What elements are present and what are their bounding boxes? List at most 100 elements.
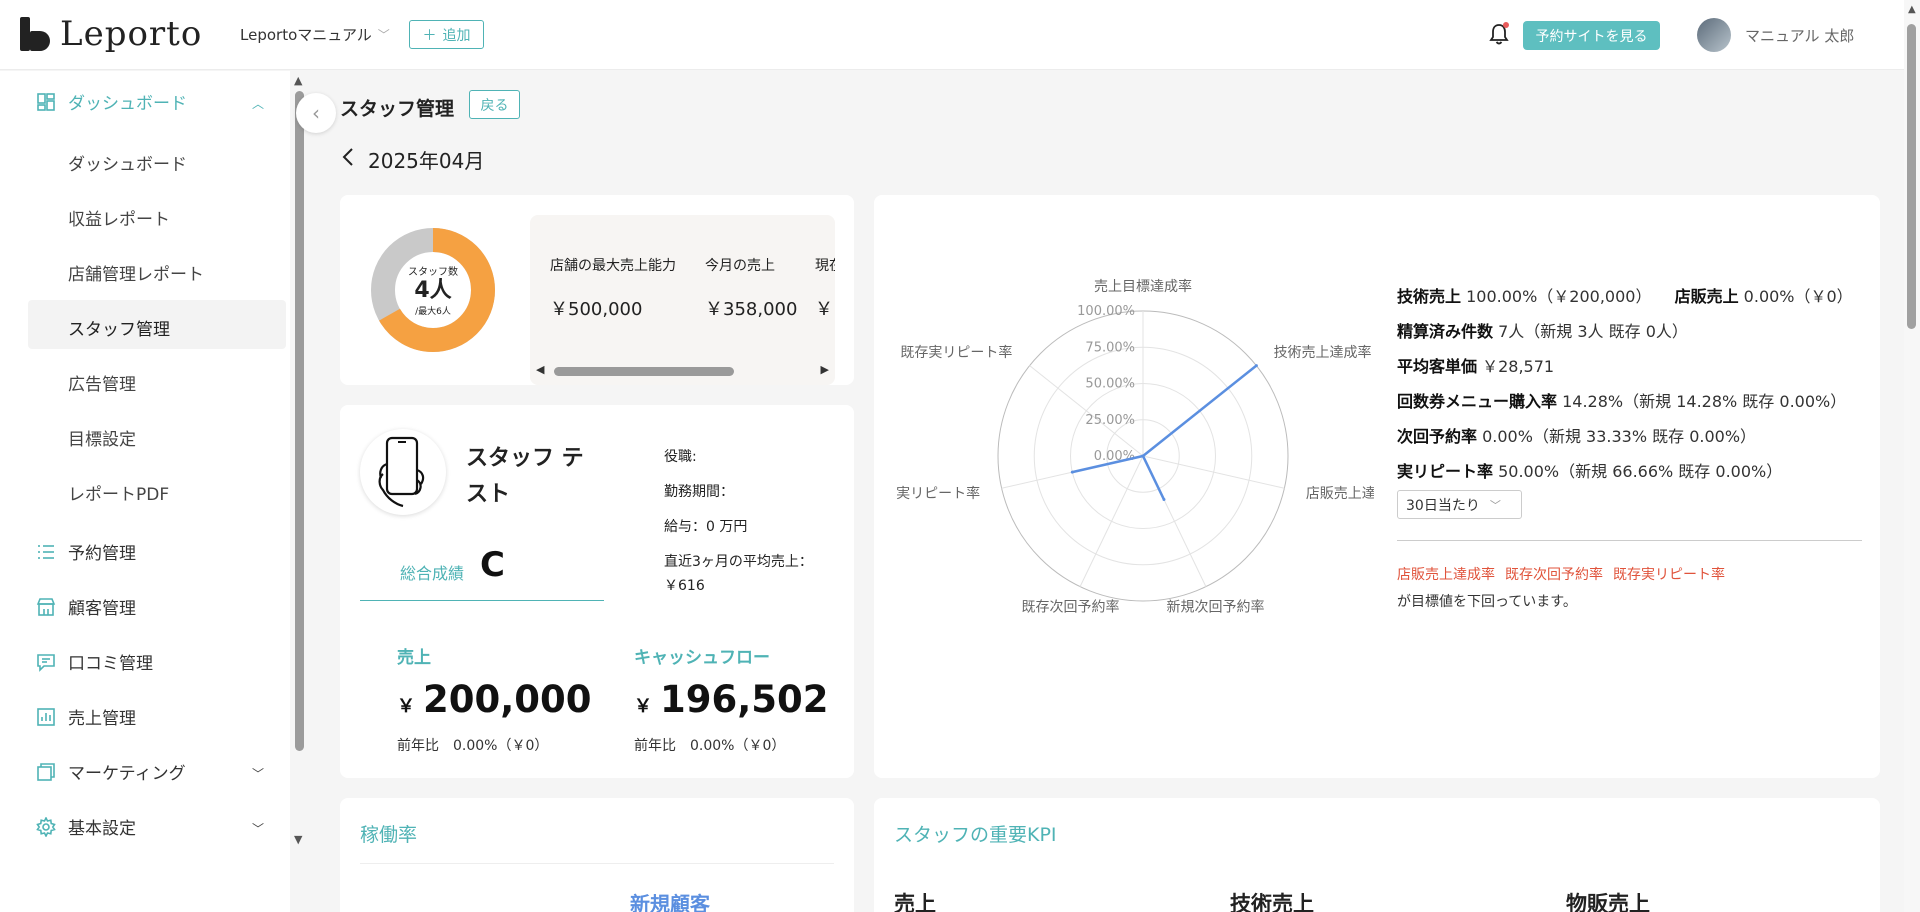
smartphone-hand-icon <box>378 436 425 508</box>
period-select[interactable]: 30日当たり ﹀ <box>1397 490 1522 519</box>
scroll-right-arrow-icon[interactable]: ▶ <box>821 363 829 376</box>
page-title: スタッフ管理 <box>340 98 455 120</box>
capacity-col-current: 現在 ￥ <box>815 255 835 321</box>
cashflow-yoy: 前年比 0.00%（￥0） <box>634 738 786 754</box>
chevron-down-icon: ﹀ <box>377 28 390 42</box>
add-button[interactable]: ＋ 追加 <box>409 20 484 49</box>
staff-profile-card: スタッフ テスト 総合成績 C 役職: 勤務期間： 給与：0 万円 直近3ヶ月の… <box>340 405 854 778</box>
radar-axis-label: 実リピート率 <box>896 485 980 502</box>
user-avatar[interactable] <box>1697 18 1731 52</box>
staff-avg-sales-label: 直近3ヶ月の平均売上： <box>664 554 813 570</box>
key-kpi-card: スタッフの重要KPI 売上 技術売上 物販売上 <box>874 798 1880 912</box>
cashflow-value: ￥ 196,502 <box>634 678 829 721</box>
sidebar-item-store-report[interactable]: 店舗管理レポート <box>68 260 204 285</box>
back-button[interactable]: 戻る <box>469 90 520 119</box>
layers-icon <box>36 762 56 782</box>
staff-count-max: /最大6人 <box>415 307 451 318</box>
reserve-site-button[interactable]: 予約サイトを見る <box>1523 21 1660 50</box>
sidebar-item-dashboard[interactable]: ダッシュボード <box>68 150 187 175</box>
radar-chart: 100.00%75.00%50.00%25.00%0.00%売上目標達成率技術売… <box>896 278 1374 615</box>
kpi-col-sales: 売上 <box>894 892 936 912</box>
cashflow-currency: ￥ <box>634 696 652 717</box>
staff-count-label: スタッフ数 <box>408 266 458 278</box>
repeat-value: 50.00%（新規 66.66% 既存 0.00%） <box>1498 462 1783 481</box>
chevron-left-icon[interactable] <box>342 147 354 172</box>
radar-card: 100.00% 75.00% 50.00% 25.00% 0.00% 売上目標達成率 技術売… <box>874 195 1880 778</box>
ticket-label: 回数券メニュー購入率 <box>1397 392 1558 411</box>
staff-avatar <box>360 429 446 515</box>
scroll-up-arrow-icon[interactable]: ▲ <box>1908 4 1916 15</box>
sidebar-item-reviews[interactable]: 口コミ管理 <box>36 649 153 674</box>
sidebar-item-settings[interactable]: 基本設定 <box>36 814 136 839</box>
next-reservation-label: 次回予約率 <box>1397 427 1478 446</box>
sidebar-scroll-thumb[interactable] <box>295 91 304 751</box>
page-scroll-thumb[interactable] <box>1907 24 1916 329</box>
staff-donut-chart: スタッフ数 4人 /最大6人 <box>370 227 496 353</box>
ticket-value: 14.28%（新規 14.28% 既存 0.00%） <box>1562 392 1847 411</box>
sales-currency: ￥ <box>397 696 415 717</box>
bar-chart-icon <box>36 707 56 727</box>
notification-bell-icon[interactable] <box>1488 22 1510 46</box>
list-icon <box>36 542 56 562</box>
retail-sales-value: 0.00%（￥0） <box>1743 287 1853 306</box>
donut-center: スタッフ数 4人 /最大6人 <box>370 227 496 353</box>
logo-text: Leporto <box>60 14 203 54</box>
chevron-down-icon[interactable]: ﹀ <box>252 765 264 782</box>
chevron-up-icon[interactable]: ︿ <box>252 95 264 112</box>
radar-axis-label: 店販売上達 <box>1306 486 1374 502</box>
sidebar-item-report-pdf[interactable]: レポートPDF <box>68 480 169 505</box>
radar-point <box>1141 454 1145 458</box>
sidebar-item-customers[interactable]: 顧客管理 <box>36 594 136 619</box>
stat-repeat: 実リピート率 50.00%（新規 66.66% 既存 0.00%） <box>1397 458 1782 482</box>
shop-select[interactable]: Leportoマニュアル ﹀ <box>240 24 390 45</box>
logo-mark-icon <box>20 17 50 51</box>
cashflow-amount: 196,502 <box>660 678 829 721</box>
scroll-down-arrow-icon[interactable]: ▼ <box>294 833 302 846</box>
sidebar-group-dashboard[interactable]: ダッシュボード <box>36 89 187 114</box>
leporto-logo[interactable]: Leporto <box>20 14 202 54</box>
capacity-max-value: ￥500,000 <box>550 299 643 320</box>
capacity-scroll-thumb[interactable] <box>554 367 734 376</box>
sidebar-item-sales-label: 売上管理 <box>68 709 136 729</box>
shop-name: Leportoマニュアル <box>240 26 372 44</box>
sidebar-item-reservations[interactable]: 予約管理 <box>36 539 136 564</box>
chevron-left-icon: ‹ <box>312 101 320 125</box>
warning-item: 既存実リピート率 <box>1613 567 1725 583</box>
period-select-value: 30日当たり <box>1406 497 1480 514</box>
user-name[interactable]: マニュアル 太郎 <box>1745 25 1854 46</box>
sidebar-scrollbar[interactable]: ▲ ▼ <box>294 71 306 851</box>
chevron-down-icon[interactable]: ﹀ <box>252 820 264 837</box>
capacity-scrollbar[interactable]: ◀ ▶ <box>536 363 829 377</box>
utilization-title: 稼働率 <box>360 824 418 846</box>
radar-tick-label: 75.00% <box>1085 340 1135 355</box>
radar-spoke <box>1079 455 1144 587</box>
scroll-up-arrow-icon[interactable]: ▲ <box>294 74 302 87</box>
sidebar-item-staff[interactable]: スタッフ管理 <box>68 315 170 340</box>
settled-label: 精算済み件数 <box>1397 322 1494 341</box>
kpi-col-product-sales: 物販売上 <box>1566 892 1650 912</box>
capacity-max-label: 店舗の最大売上能力 <box>550 258 676 274</box>
sidebar-item-revenue-report[interactable]: 収益レポート <box>68 205 170 230</box>
staff-salary: 給与：0 万円 <box>664 519 748 535</box>
sidebar-item-sales[interactable]: 売上管理 <box>36 704 136 729</box>
staff-position: 役職: <box>664 449 697 465</box>
scroll-left-arrow-icon[interactable]: ◀ <box>536 363 544 376</box>
stat-next-reservation: 次回予約率 0.00%（新規 33.33% 既存 0.00%） <box>1397 423 1756 447</box>
next-reservation-value: 0.00%（新規 33.33% 既存 0.00%） <box>1482 427 1757 446</box>
sidebar-collapse-button[interactable]: ‹ <box>296 93 336 133</box>
sidebar-item-goals[interactable]: 目標設定 <box>68 425 136 450</box>
repeat-label: 実リピート率 <box>1397 462 1494 481</box>
radar-point <box>1254 364 1258 368</box>
warning-text: が目標値を下回っています。 <box>1397 594 1577 610</box>
page-scrollbar[interactable]: ▲ <box>1904 0 1920 912</box>
capacity-box: 店舗の最大売上能力 ￥500,000 今月の売上 ￥358,000 現在 ￥ ◀… <box>530 215 835 385</box>
sales-amount: 200,000 <box>423 678 592 721</box>
tech-sales-value: 100.00%（￥200,000） <box>1466 287 1652 306</box>
sidebar-item-ads[interactable]: 広告管理 <box>68 370 136 395</box>
cashflow-label: キャッシュフロー <box>634 648 770 668</box>
stat-ticket: 回数券メニュー購入率 14.28%（新規 14.28% 既存 0.00%） <box>1397 388 1846 412</box>
capacity-month-label: 今月の売上 <box>705 258 775 274</box>
sidebar-item-marketing[interactable]: マーケティング <box>36 759 186 784</box>
stat-settled: 精算済み件数 7人（新規 3人 既存 0人） <box>1397 318 1688 342</box>
warning-item: 既存次回予約率 <box>1505 567 1603 583</box>
